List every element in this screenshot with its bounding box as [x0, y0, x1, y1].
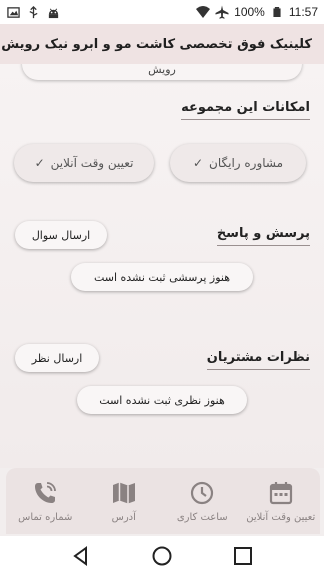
info-card-text: رویش: [148, 64, 176, 76]
page-title: کلینیک فوق تخصصی کاشت مو و ابرو نیک رویش: [1, 36, 312, 52]
wifi-icon: [196, 5, 211, 19]
system-navigation-bar: [0, 536, 324, 576]
feature-label: مشاوره رایگان: [209, 156, 284, 170]
send-review-button[interactable]: ارسال نظر: [15, 344, 99, 372]
android-icon: [46, 5, 60, 19]
nav-label-online-booking: تعیین وقت آنلاین: [246, 511, 316, 523]
image-notification-icon: [6, 5, 20, 19]
info-card: رویش: [22, 64, 302, 80]
clock-time: 11:57: [288, 5, 318, 19]
bottom-navigation: شماره تماس آدرس ساعت کاری تعیین وقت آنلا…: [6, 468, 320, 534]
features-title: امکانات این مجموعه: [181, 100, 310, 120]
nav-item-address[interactable]: آدرس: [86, 480, 162, 523]
check-icon: ✓: [34, 156, 45, 170]
reviews-empty-message: هنوز نظری ثبت نشده است: [77, 386, 247, 414]
clock-icon: [191, 481, 214, 504]
airplane-icon: [215, 5, 229, 19]
app-header: کلینیک فوق تخصصی کاشت مو و ابرو نیک رویش: [0, 24, 324, 64]
feature-free-consultation: مشاوره رایگان ✓: [170, 144, 306, 182]
nav-item-phone[interactable]: شماره تماس: [7, 480, 83, 523]
home-icon[interactable]: [151, 545, 173, 567]
qa-title: پرسش و پاسخ: [216, 226, 310, 246]
status-bar: 100% 11:57: [0, 0, 324, 24]
nav-label-phone: شماره تماس: [18, 511, 73, 523]
notification-icons: [6, 5, 60, 19]
calendar-icon: [269, 481, 292, 504]
usb-icon: [26, 5, 40, 19]
battery-percent: 100%: [234, 5, 265, 19]
check-icon: ✓: [192, 156, 204, 170]
nav-label-address: آدرس: [111, 511, 136, 523]
map-icon: [112, 482, 135, 503]
recents-icon[interactable]: [232, 545, 254, 567]
nav-item-working-hours[interactable]: ساعت کاری: [164, 480, 240, 523]
qa-empty-message: هنوز پرسشی ثبت نشده است: [71, 263, 253, 291]
send-question-button[interactable]: ارسال سوال: [15, 221, 107, 249]
nav-label-working-hours: ساعت کاری: [176, 511, 228, 523]
phone-icon: [35, 481, 57, 503]
nav-item-online-booking[interactable]: تعیین وقت آنلاین: [243, 480, 319, 523]
main-content[interactable]: رویش امکانات این مجموعه مشاوره رایگان ✓ …: [0, 64, 324, 468]
back-icon[interactable]: [70, 545, 92, 567]
feature-online-booking: تعیین وقت آنلاین ✓: [14, 144, 154, 182]
reviews-title: نظرات مشتریان: [206, 350, 310, 370]
feature-label: تعیین وقت آنلاین: [50, 156, 134, 170]
battery-icon: [270, 5, 284, 19]
